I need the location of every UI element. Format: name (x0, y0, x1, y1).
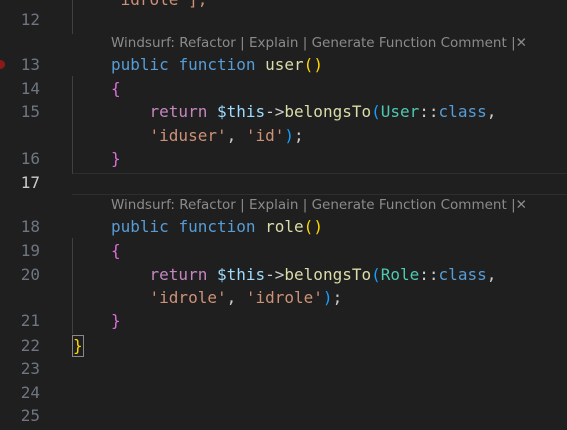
code-token: } (111, 311, 121, 330)
code-token: ; (294, 126, 304, 145)
code-token: public (111, 217, 169, 236)
code-token: -> (265, 102, 285, 121)
code-token: ( (371, 102, 381, 121)
code-line[interactable]: public function user() (111, 53, 323, 77)
generate-comment-link[interactable]: Generate Function Comment (312, 35, 507, 51)
separator: | (302, 35, 308, 51)
code-token: 'idrole' (245, 288, 323, 307)
code-token: Role (380, 265, 420, 284)
code-token: ) (313, 217, 323, 236)
code-token: :: (419, 102, 439, 121)
code-editor[interactable]: 12 13 14 15 16 17 18 19 20 21 22 23 24 2… (0, 0, 567, 430)
code-line[interactable]: } (111, 147, 121, 171)
code-token: , (486, 265, 497, 284)
line-number: 24 (20, 383, 40, 402)
code-token: 'id' (245, 126, 285, 145)
code-token: } (111, 149, 121, 168)
explain-link[interactable]: Explain (249, 197, 298, 213)
code-token: 'idrole' (149, 288, 227, 307)
code-token: , (226, 126, 246, 145)
explain-link[interactable]: Explain (249, 35, 298, 51)
line-number: 15 (20, 102, 40, 121)
line-number: 23 (20, 359, 40, 378)
code-line[interactable]: { (111, 77, 121, 101)
code-token: class (438, 265, 487, 284)
code-token: ( (303, 55, 314, 74)
code-token: User (380, 102, 420, 121)
matched-bracket: } (72, 335, 84, 357)
code-token: $this (216, 265, 266, 284)
code-token: 'idrole']; (111, 0, 207, 9)
line-number: 19 (20, 241, 40, 260)
code-token: { (111, 79, 121, 98)
code-token: belongsTo (284, 265, 372, 284)
line-number: 25 (20, 406, 40, 425)
code-token: ) (313, 55, 323, 74)
code-token: { (111, 241, 121, 260)
codelens-brand: Windsurf: (111, 197, 175, 213)
code-token: return (149, 265, 208, 284)
code-token: class (438, 102, 487, 121)
code-line[interactable]: public function role() (111, 215, 323, 239)
separator: | (302, 197, 308, 213)
code-line[interactable]: 'idrole', 'idrole'); (111, 286, 343, 310)
line-number: 14 (20, 79, 40, 98)
code-token: function (178, 217, 256, 236)
line-number: 12 (20, 10, 40, 29)
line-number: 18 (20, 217, 40, 236)
close-icon[interactable]: ✕ (516, 35, 527, 51)
code-token: , (486, 102, 497, 121)
code-token: belongsTo (284, 102, 372, 121)
indent-guide (72, 238, 73, 334)
code-line[interactable]: return $this->belongsTo(User::class, (111, 100, 497, 124)
line-number: 21 (20, 311, 40, 330)
refactor-link[interactable]: Refactor (179, 197, 236, 213)
indent-guide (72, 76, 73, 174)
code-line[interactable]: } (72, 334, 84, 358)
line-number: 20 (20, 265, 40, 284)
close-icon[interactable]: ✕ (516, 197, 527, 213)
code-line[interactable]: 'idrole']; (111, 0, 207, 12)
code-token: user (265, 55, 304, 74)
code-token: role (265, 217, 304, 236)
code-token: return (149, 102, 208, 121)
code-token: -> (265, 265, 285, 284)
code-token: ( (371, 265, 381, 284)
code-line[interactable]: return $this->belongsTo(Role::class, (111, 263, 497, 287)
line-number: 13 (20, 55, 40, 74)
code-token: , (226, 288, 246, 307)
code-token: public (111, 55, 169, 74)
code-token: $this (216, 102, 266, 121)
code-token: 'iduser' (149, 126, 227, 145)
code-token: :: (419, 265, 439, 284)
codelens-bar: Windsurf: Refactor | Explain | Generate … (111, 33, 527, 53)
line-number: 22 (20, 336, 40, 355)
code-line[interactable]: 'iduser', 'id'); (111, 124, 304, 148)
line-number: 16 (20, 149, 40, 168)
code-token: ; (332, 288, 343, 307)
codelens-brand: Windsurf: (111, 35, 175, 51)
separator: | (240, 35, 245, 51)
separator: | (240, 197, 245, 213)
codelens-bar: Windsurf: Refactor | Explain | Generate … (111, 195, 527, 215)
code-line[interactable]: { (111, 239, 121, 263)
line-number: 17 (20, 173, 40, 192)
code-token: function (178, 55, 256, 74)
refactor-link[interactable]: Refactor (179, 35, 236, 51)
code-token: ( (303, 217, 314, 236)
code-token: ) (322, 288, 333, 307)
code-line[interactable]: } (111, 309, 121, 333)
current-line-highlight (72, 173, 567, 195)
generate-comment-link[interactable]: Generate Function Comment (312, 197, 507, 213)
indent-guide (72, 0, 73, 34)
code-token: ) (284, 126, 295, 145)
